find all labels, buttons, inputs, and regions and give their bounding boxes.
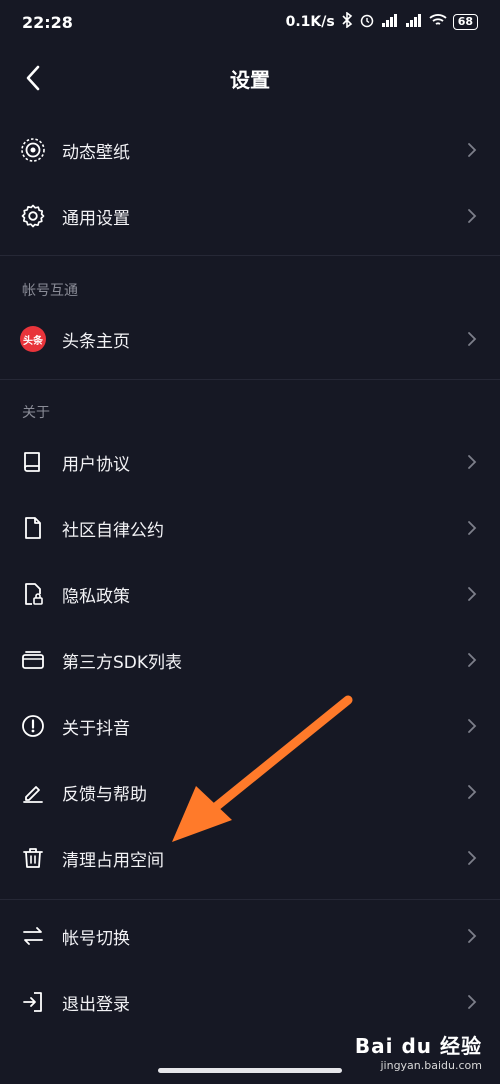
chevron-right-icon	[468, 719, 477, 733]
settings-item-wallpaper[interactable]: 动态壁纸	[0, 117, 500, 183]
settings-item-label: 反馈与帮助	[62, 784, 147, 805]
swap-arrows-icon	[20, 923, 46, 949]
chevron-right-icon	[468, 143, 477, 157]
info-icon	[20, 713, 46, 739]
settings-item-switch-account[interactable]: 帐号切换	[0, 903, 500, 969]
network-speed: 0.1K/s	[285, 14, 335, 30]
back-button[interactable]	[18, 62, 48, 94]
settings-item-privacy[interactable]: 隐私政策	[0, 561, 500, 627]
settings-item-label: 清理占用空间	[62, 850, 164, 871]
chevron-right-icon	[468, 521, 477, 535]
settings-item-clear-cache[interactable]: 清理占用空间	[0, 825, 500, 891]
watermark: Bai du 经验 jingyan.baidu.com	[355, 1030, 482, 1072]
battery-icon: 68	[452, 14, 478, 30]
settings-item-feedback[interactable]: 反馈与帮助	[0, 759, 500, 825]
chevron-left-icon	[26, 65, 40, 91]
status-time: 22:28	[22, 12, 73, 32]
divider	[0, 899, 500, 900]
watermark-brand: Bai du 经验	[354, 1034, 482, 1058]
settings-item-label: 第三方SDK列表	[62, 652, 183, 673]
chevron-right-icon	[468, 332, 477, 346]
chevron-right-icon	[468, 929, 477, 943]
settings-item-label: 关于抖音	[62, 718, 130, 739]
signal-hd-icon	[405, 13, 423, 31]
settings-item-logout[interactable]: 退出登录	[0, 969, 500, 1035]
settings-item-label: 通用设置	[62, 208, 130, 229]
chevron-right-icon	[468, 209, 477, 223]
settings-item-label: 退出登录	[62, 994, 130, 1015]
status-bar: 22:28 0.1K/s 68	[0, 0, 500, 44]
chevron-right-icon	[468, 995, 477, 1009]
chevron-right-icon	[468, 455, 477, 469]
home-indicator[interactable]	[158, 1068, 342, 1073]
settings-item-label: 社区自律公约	[62, 520, 164, 541]
settings-item-about[interactable]: 关于抖音	[0, 693, 500, 759]
page-title: 设置	[230, 67, 270, 92]
section-label-about: 关于	[22, 405, 50, 421]
settings-item-label: 用户协议	[62, 454, 130, 475]
settings-item-label: 动态壁纸	[62, 142, 130, 163]
alarm-icon	[359, 12, 375, 32]
watermark-url: jingyan.baidu.com	[380, 1059, 482, 1072]
wallpaper-icon	[20, 137, 46, 163]
status-icons: 0.1K/s 68	[285, 11, 478, 32]
header: 设置	[0, 44, 500, 112]
chevron-right-icon	[468, 587, 477, 601]
settings-item-sdk-list[interactable]: 第三方SDK列表	[0, 627, 500, 693]
settings-item-label: 帐号切换	[62, 928, 130, 949]
chevron-right-icon	[468, 785, 477, 799]
signal-icon	[381, 13, 399, 31]
card-stack-icon	[20, 647, 46, 673]
section-label-account-link: 帐号互通	[22, 283, 78, 299]
divider	[0, 379, 500, 380]
toutiao-logo: 头条	[20, 326, 46, 352]
chevron-right-icon	[468, 653, 477, 667]
gear-icon	[20, 203, 46, 229]
divider	[0, 255, 500, 256]
settings-item-label: 隐私政策	[62, 586, 130, 607]
trash-icon	[20, 845, 46, 871]
settings-item-user-agreement[interactable]: 用户协议	[0, 429, 500, 495]
book-icon	[20, 449, 46, 475]
document-icon	[20, 515, 46, 541]
pencil-icon	[20, 779, 46, 805]
toutiao-logo-icon: 头条	[20, 326, 46, 352]
bluetooth-icon	[341, 11, 353, 32]
settings-item-general[interactable]: 通用设置	[0, 183, 500, 249]
settings-item-community-rules[interactable]: 社区自律公约	[0, 495, 500, 561]
settings-item-label: 头条主页	[62, 331, 130, 352]
chevron-right-icon	[468, 851, 477, 865]
logout-icon	[20, 989, 46, 1015]
document-lock-icon	[20, 581, 46, 607]
wifi-icon	[429, 13, 447, 31]
settings-item-toutiao[interactable]: 头条 头条主页	[0, 306, 500, 372]
